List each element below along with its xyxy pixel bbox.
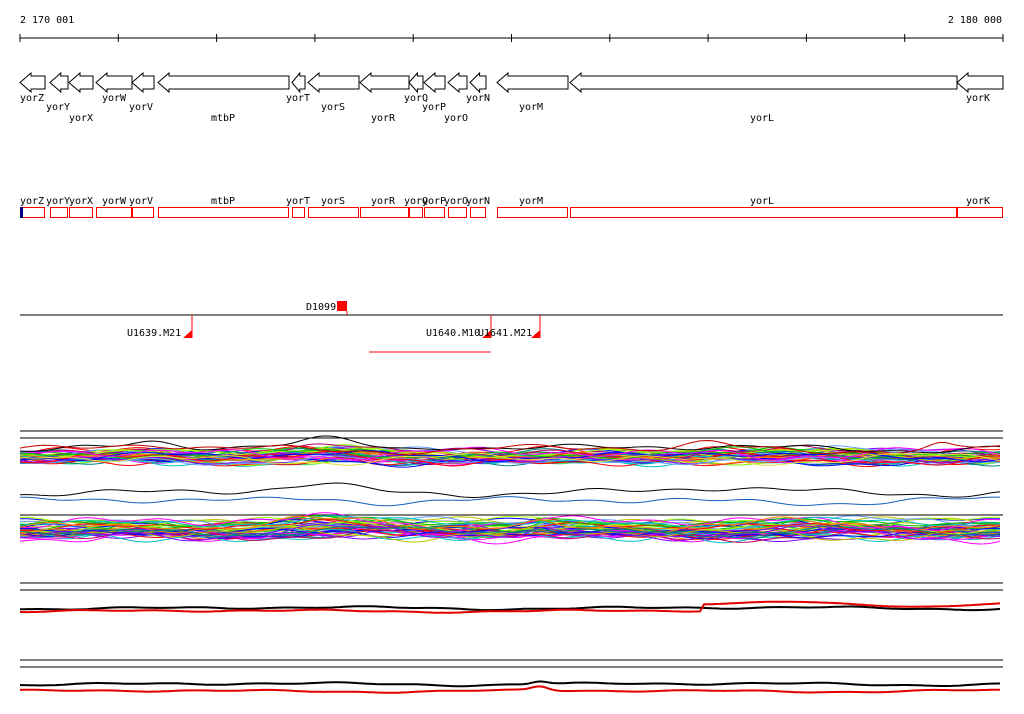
gene-arrow-yorR[interactable] — [359, 71, 410, 94]
feature-box-yorV[interactable] — [132, 207, 154, 218]
ruler-start-label: 2 170 001 — [20, 15, 74, 26]
gene-arrow-label-mtbP: mtbP — [211, 113, 235, 124]
feature-box-yorW[interactable] — [96, 207, 132, 218]
gene-arrow-label-yorY: yorY — [46, 102, 70, 113]
gene-arrow-yorZ[interactable] — [19, 71, 46, 94]
gene-arrow-label-yorS: yorS — [321, 102, 345, 113]
gene-arrow-yorP[interactable] — [423, 71, 446, 94]
gene-arrow-track[interactable] — [19, 71, 1004, 94]
feature-box-yorS[interactable] — [308, 207, 359, 218]
feature-box-label-yorM: yorM — [519, 196, 543, 207]
marker-track: D1099 U1639.M21 U1640.M10 U1641.M21 — [20, 301, 1003, 353]
ruler-end-label: 2 180 000 — [948, 15, 1002, 26]
gene-arrow-label-yorO: yorO — [444, 113, 468, 124]
gene-arrow-label-yorW: yorW — [102, 93, 127, 104]
gene-arrow-label-yorM: yorM — [519, 102, 543, 113]
marker-label-d1099: D1099 — [306, 302, 336, 313]
feature-box-label-yorN: yorN — [466, 196, 490, 207]
track-4-profiles — [19, 680, 1000, 694]
gene-arrow-label-yorK: yorK — [966, 93, 990, 104]
feature-box-yorT[interactable] — [292, 207, 305, 218]
feature-box-label-yorK: yorK — [966, 196, 990, 207]
gene-arrow-yorO[interactable] — [447, 71, 468, 94]
expression-track-1 — [19, 430, 1003, 468]
gene-arrow-label-yorV: yorV — [129, 102, 153, 113]
feature-box-yorL[interactable] — [570, 207, 957, 218]
gene-arrow-label-yorX: yorX — [69, 113, 93, 124]
feature-box-label-yorV: yorV — [129, 196, 153, 207]
track-1-profiles — [19, 435, 1001, 468]
feature-box-label-yorR: yorR — [371, 196, 396, 207]
feature-box-label-yorY: yorY — [46, 196, 70, 207]
feature-box-label-yorW: yorW — [102, 196, 127, 207]
feature-box-yorN[interactable] — [470, 207, 486, 218]
gene-arrow-yorK[interactable] — [956, 71, 1004, 94]
track-2-summary-line — [20, 496, 1001, 507]
feature-box-labels: yorZ yorYyorX yorW yorV mtbP yorT yorS yorR yorQ… — [20, 196, 990, 207]
gene-arrow-yorY[interactable] — [49, 71, 69, 94]
feature-box-label-yorP: yorP — [422, 196, 446, 207]
feature-box-label-mtbP: mtbP — [211, 196, 235, 207]
feature-box-label-yorX: yorX — [69, 196, 93, 207]
gene-arrow-label-yorT: yorT — [286, 93, 310, 104]
marker-d1099[interactable] — [337, 301, 347, 311]
gene-arrow-yorM[interactable] — [496, 71, 569, 94]
track-3-profile-line — [19, 605, 1001, 612]
feature-box-yorY[interactable] — [50, 207, 68, 218]
track-2-summary-lines — [19, 482, 1001, 507]
gene-arrow-yorS[interactable] — [307, 71, 360, 94]
marker-label-u1640: U1640.M10 — [426, 328, 480, 339]
gene-arrow-label-yorN: yorN — [466, 93, 490, 104]
track-2-summary-line — [19, 482, 1001, 499]
feature-box-yorX[interactable] — [69, 207, 93, 218]
gene-arrow-yorW[interactable] — [95, 71, 133, 94]
marker-u1639-flag[interactable] — [183, 330, 192, 338]
gene-arrow-mtbP[interactable] — [157, 71, 290, 94]
gene-arrow-labels: yorZyorYyorXyorWyorVmtbPyorTyorSyorRyorQ… — [20, 93, 990, 124]
feature-box-yorQ[interactable] — [409, 207, 423, 218]
gene-arrow-label-yorR: yorR — [371, 113, 396, 124]
feature-box-label-yorZ: yorZ — [20, 196, 44, 207]
gene-arrow-label-yorZ: yorZ — [20, 93, 44, 104]
gene-arrow-yorV[interactable] — [131, 71, 155, 94]
feature-start-marker — [20, 207, 23, 218]
feature-box-yorR[interactable] — [360, 207, 409, 218]
expression-track-4 — [19, 659, 1003, 694]
track-2-profiles — [19, 512, 1001, 545]
track-4-profile-line — [19, 685, 1000, 694]
expression-track-3 — [19, 582, 1003, 614]
track-4-profile-line — [20, 680, 1000, 688]
feature-box-label-yorL: yorL — [750, 196, 774, 207]
track-3-profiles — [19, 600, 1001, 614]
feature-box-label-yorO: yorO — [444, 196, 468, 207]
gene-arrow-yorQ[interactable] — [408, 71, 424, 94]
gene-arrow-yorL[interactable] — [569, 71, 958, 94]
feature-box-label-yorT: yorT — [286, 196, 310, 207]
marker-label-u1639: U1639.M21 — [127, 328, 181, 339]
feature-box-yorO[interactable] — [448, 207, 467, 218]
feature-box-yorK[interactable] — [957, 207, 1003, 218]
gene-arrow-label-yorL: yorL — [750, 113, 774, 124]
coordinate-ruler: 2 170 001 2 180 000 — [19, 15, 1004, 42]
feature-box-yorM[interactable] — [497, 207, 568, 218]
gene-arrow-yorN[interactable] — [469, 71, 487, 94]
feature-box-mtbP[interactable] — [158, 207, 289, 218]
marker-u1641-flag[interactable] — [531, 330, 540, 338]
expression-track-2 — [19, 482, 1003, 545]
gene-arrow-yorX[interactable] — [68, 71, 94, 94]
genome-browser-view: 2 170 001 2 180 000 yorZyorYyorXyorWyorV… — [19, 15, 1004, 694]
gene-arrow-label-yorP: yorP — [422, 102, 446, 113]
feature-box-track[interactable] — [20, 207, 1003, 218]
feature-box-label-yorS: yorS — [321, 196, 345, 207]
feature-box-yorP[interactable] — [424, 207, 445, 218]
marker-label-u1641: U1641.M21 — [478, 328, 532, 339]
gene-arrow-yorT[interactable] — [291, 71, 306, 94]
feature-box-yorZ[interactable] — [20, 207, 45, 218]
